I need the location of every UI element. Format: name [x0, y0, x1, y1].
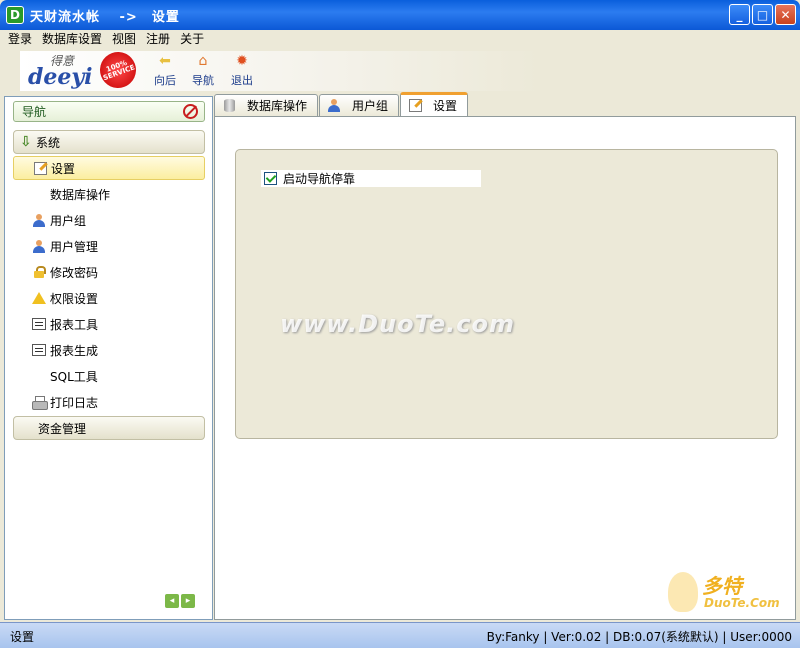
tab-label: 用户组: [352, 99, 389, 113]
tab-label: 数据库操作: [247, 99, 308, 113]
app-icon: D: [6, 6, 24, 24]
home-icon: ⌂: [198, 53, 208, 69]
dock-nav-option[interactable]: 启动导航停靠: [261, 170, 481, 187]
status-left-text: 设置: [10, 630, 35, 644]
tab-database[interactable]: 数据库操作: [214, 94, 319, 116]
logo: deeyi: [28, 64, 93, 90]
back-button[interactable]: ⬅ 向后: [150, 52, 180, 92]
nav-item-report-tools[interactable]: 报表工具: [13, 312, 205, 336]
logo-band: [20, 51, 540, 91]
nav-item-user-management[interactable]: 用户管理: [13, 234, 205, 258]
close-nav-icon[interactable]: [183, 104, 198, 119]
dock-nav-label: 启动导航停靠: [283, 172, 356, 186]
maximize-icon[interactable]: □: [752, 4, 773, 25]
nav-item-label: 设置: [51, 161, 76, 176]
group-system[interactable]: ⇩ 系统: [13, 130, 205, 154]
exit-label: 退出: [231, 74, 253, 87]
tab-label: 设置: [433, 99, 458, 113]
nav-item-change-password[interactable]: 修改密码: [13, 260, 205, 284]
report-icon: [31, 316, 47, 332]
panel-footer-buttons: ◂ ▸: [165, 594, 195, 608]
settings-edit-icon: [32, 160, 48, 176]
lock-icon: [31, 264, 47, 280]
nav-item-label: 报表工具: [50, 317, 99, 332]
menu-about[interactable]: 关于: [180, 30, 204, 47]
window-controls: _ □ ✕: [729, 4, 796, 25]
report-icon: [31, 342, 47, 358]
exit-icon: ✹: [236, 53, 248, 69]
close-icon[interactable]: ✕: [775, 4, 796, 25]
user-icon: [31, 212, 47, 228]
title-bar: D 天财流水帐 -> 设置 _ □ ✕: [0, 0, 800, 30]
nav-item-user-group[interactable]: 用户组: [13, 208, 205, 232]
tab-settings[interactable]: 设置: [400, 92, 469, 116]
menu-register[interactable]: 注册: [146, 30, 170, 47]
nav-item-label: 报表生成: [50, 343, 99, 358]
nav-button[interactable]: ⌂ 导航: [188, 52, 218, 92]
nav-item-label: 用户管理: [50, 239, 99, 254]
nav-item-permissions[interactable]: 权限设置: [13, 286, 205, 310]
warning-icon: [31, 290, 47, 306]
nav-header: 导航: [13, 101, 205, 122]
collapse-left-icon[interactable]: ◂: [165, 594, 179, 608]
minimize-icon[interactable]: _: [729, 4, 750, 25]
nav-item-print-log[interactable]: 打印日志: [13, 390, 205, 414]
nav-item-label: 权限设置: [50, 291, 99, 306]
window-title: 天财流水帐 -> 设置: [30, 9, 180, 25]
nav-item-report-generate[interactable]: 报表生成: [13, 338, 205, 362]
menu-login[interactable]: 登录: [8, 30, 32, 47]
nav-item-label: 修改密码: [50, 265, 99, 280]
printer-icon: [31, 394, 48, 410]
corner-watermark: 多特 DuoTe.Com: [668, 570, 794, 620]
content-area: 数据库操作 用户组 设置 启动导航停靠: [214, 92, 796, 620]
corner-watermark-url: DuoTe.Com: [704, 596, 780, 610]
back-arrow-icon: ⬅: [159, 53, 171, 69]
settings-group: 启动导航停靠: [235, 149, 778, 439]
tab-strip: 数据库操作 用户组 设置: [214, 92, 469, 116]
nav-item-label: 数据库操作: [50, 187, 111, 202]
status-bar: 设置 By:Fanky | Ver:0.02 | DB:0.07(系统默认) |…: [0, 622, 800, 648]
nav-label: 导航: [192, 74, 214, 87]
nav-item-label: 用户组: [50, 213, 87, 228]
exit-button[interactable]: ✹ 退出: [227, 52, 257, 92]
nav-header-title: 导航: [22, 105, 47, 119]
nav-item-sql-tool[interactable]: SQL工具: [13, 364, 205, 388]
group-finance[interactable]: 资金管理: [13, 416, 205, 440]
menu-view[interactable]: 视图: [112, 30, 136, 47]
nav-item-label: SQL工具: [50, 369, 98, 384]
nav-item-label: 打印日志: [50, 395, 99, 410]
tab-user-group[interactable]: 用户组: [319, 94, 400, 116]
user-icon: [326, 98, 342, 114]
collapse-right-icon[interactable]: ▸: [181, 594, 195, 608]
dock-nav-checkbox[interactable]: [264, 172, 277, 185]
database-icon: [221, 98, 237, 114]
nav-item-database[interactable]: 数据库操作: [13, 182, 205, 206]
down-arrow-icon: ⇩: [20, 134, 32, 150]
watermark: www.DuoTe.com: [280, 310, 515, 338]
user-icon: [31, 238, 47, 254]
nav-panel: 导航 ⇩ 系统 设置 数据库操作 用户组 用户管理 修改密码 权限设置 报表工具…: [4, 96, 213, 620]
corner-watermark-title: 多特: [702, 574, 742, 598]
group-finance-label: 资金管理: [38, 421, 87, 436]
nav-item-settings[interactable]: 设置: [13, 156, 205, 180]
menu-bar: 登录 数据库设置 视图 注册 关于: [0, 30, 800, 46]
mascot-icon: [668, 572, 698, 612]
tab-content: 启动导航停靠: [214, 116, 796, 620]
toolbar: 得意 deeyi 100% SERVICE ⬅ 向后 ⌂ 导航 ✹ 退出: [0, 46, 800, 96]
group-system-label: 系统: [36, 135, 61, 150]
settings-edit-icon: [407, 98, 423, 114]
menu-database-settings[interactable]: 数据库设置: [42, 30, 102, 47]
back-label: 向后: [154, 74, 176, 87]
status-right-text: By:Fanky | Ver:0.02 | DB:0.07(系统默认) | Us…: [486, 630, 792, 644]
